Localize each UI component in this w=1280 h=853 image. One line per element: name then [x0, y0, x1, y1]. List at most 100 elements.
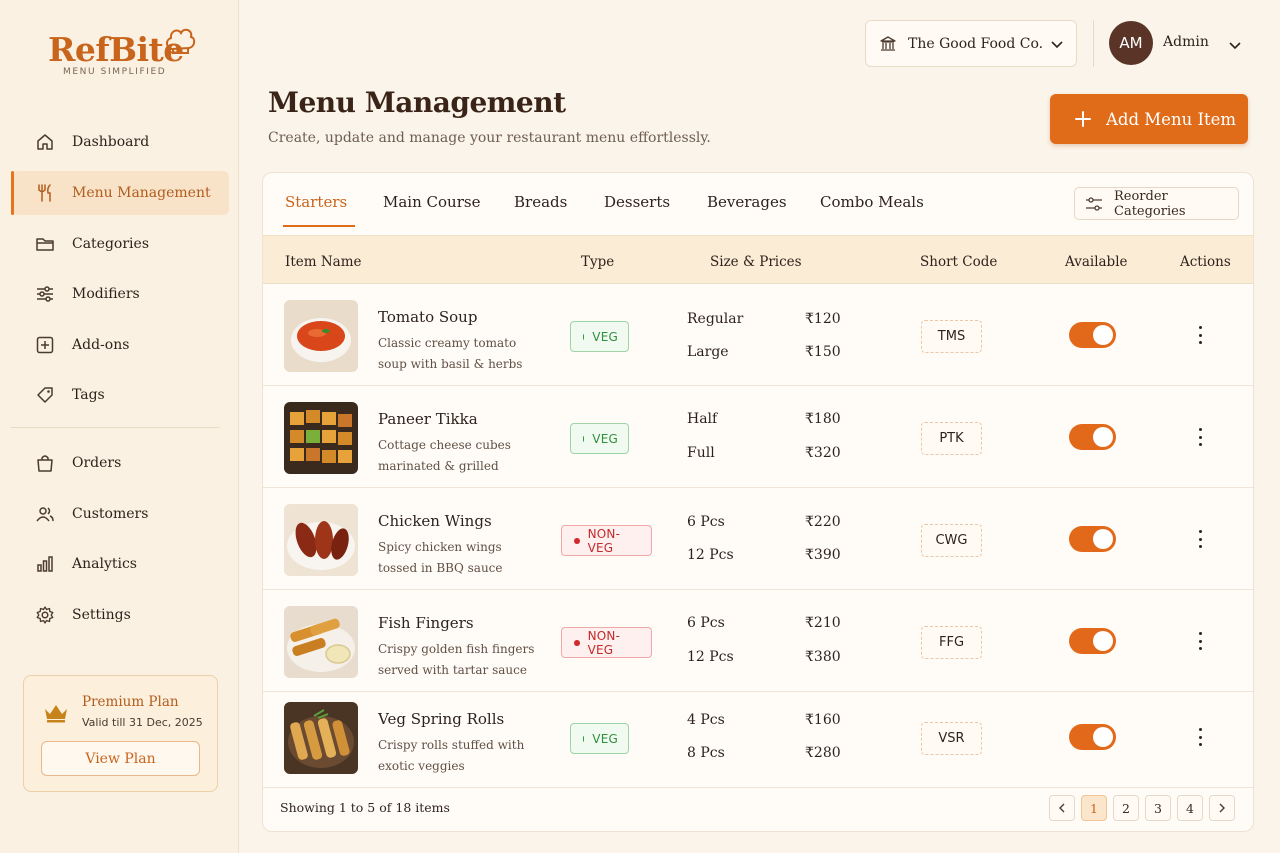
price-value: ₹210: [805, 615, 841, 631]
table-row[interactable]: Chicken Wings Spicy chicken wings tossed…: [263, 489, 1253, 590]
topbar-divider: [1093, 20, 1094, 67]
short-code: CWG: [921, 524, 982, 557]
availability-toggle[interactable]: [1069, 424, 1116, 450]
item-name: Tomato Soup: [378, 308, 478, 326]
item-image-veg-spring-rolls: [284, 702, 358, 774]
price-value: ₹150: [805, 344, 841, 360]
chef-hat-icon: [166, 28, 196, 54]
sidebar-item-settings[interactable]: Settings: [11, 593, 229, 637]
size-label: 8 Pcs: [687, 745, 725, 761]
item-description: Crispy golden fish fingers served with t…: [378, 642, 535, 677]
page-subtitle: Create, update and manage your restauran…: [268, 130, 711, 146]
tab-starters[interactable]: Starters: [282, 193, 356, 227]
type-label: NON-VEG: [587, 628, 621, 657]
chevron-down-icon: [1050, 37, 1064, 55]
reorder-categories-button[interactable]: Reorder Categories: [1074, 187, 1239, 220]
type-label: VEG: [592, 731, 618, 746]
sidebar-item-orders[interactable]: Orders: [11, 441, 229, 485]
sidebar-divider: [11, 427, 220, 428]
sidebar-item-customers[interactable]: Customers: [11, 492, 229, 536]
add-menu-item-label: Add Menu Item: [1106, 109, 1237, 129]
size-label: 6 Pcs: [687, 615, 725, 631]
sidebar-item-tags[interactable]: Tags: [11, 373, 229, 417]
chevron-down-icon[interactable]: [1228, 37, 1242, 56]
sidebar-item-categories[interactable]: Categories: [11, 222, 229, 266]
availability-toggle[interactable]: [1069, 628, 1116, 654]
sidebar-item-label: Menu Management: [72, 185, 211, 201]
fork-knife-icon: [35, 183, 55, 203]
avatar[interactable]: AM: [1109, 21, 1153, 65]
table-row[interactable]: Paneer Tikka Cottage cheese cubes marina…: [263, 387, 1253, 488]
item-description: Spicy chicken wings tossed in BBQ sauce: [378, 540, 503, 575]
tab-beverages[interactable]: Beverages: [707, 193, 787, 227]
sidebar: RefBite MENU SIMPLIFIED Dashboard Menu M…: [0, 0, 239, 853]
sidebar-item-menu-management[interactable]: Menu Management: [11, 171, 229, 215]
tab-breads[interactable]: Breads: [514, 193, 567, 227]
table-row[interactable]: Tomato Soup Classic creamy tomato soup w…: [263, 285, 1253, 386]
plus-square-icon: [35, 335, 55, 355]
table-row[interactable]: Fish Fingers Crispy golden fish fingers …: [263, 591, 1253, 692]
view-plan-button[interactable]: View Plan: [41, 741, 200, 776]
more-actions-icon[interactable]: [1193, 527, 1207, 551]
tab-desserts[interactable]: Desserts: [604, 193, 670, 227]
prev-page-button[interactable]: [1049, 795, 1075, 821]
more-actions-icon[interactable]: [1193, 629, 1207, 653]
organization-name: The Good Food Co.: [908, 35, 1044, 52]
tab-combo-meals[interactable]: Combo Meals: [820, 193, 924, 227]
toggle-knob: [1093, 325, 1113, 345]
organization-select[interactable]: The Good Food Co.: [865, 20, 1077, 67]
item-image-chicken-wings: [284, 504, 358, 576]
column-type[interactable]: Type: [581, 254, 614, 270]
add-menu-item-button[interactable]: Add Menu Item: [1050, 94, 1248, 144]
tab-main-course[interactable]: Main Course: [383, 193, 480, 227]
column-available[interactable]: Available: [1065, 254, 1128, 270]
chevron-right-icon: [1219, 803, 1225, 813]
plus-icon: [1074, 110, 1092, 128]
page-button-1[interactable]: 1: [1081, 795, 1107, 821]
size-label: Half: [687, 411, 718, 427]
item-name: Veg Spring Rolls: [378, 710, 505, 728]
column-size-prices[interactable]: Size & Prices: [710, 254, 802, 270]
page-title: Menu Management: [268, 86, 566, 119]
column-item-name[interactable]: Item Name: [285, 254, 362, 270]
availability-toggle[interactable]: [1069, 724, 1116, 750]
veg-dot-icon: [583, 333, 585, 340]
size-label: Large: [687, 344, 729, 360]
size-label: 6 Pcs: [687, 514, 725, 530]
sidebar-item-label: Categories: [72, 236, 149, 252]
table-header: Item Name Type Size & Prices Short Code …: [263, 235, 1253, 284]
sidebar-item-add-ons[interactable]: Add-ons: [11, 323, 229, 367]
table-row[interactable]: Veg Spring Rolls Crispy rolls stuffed wi…: [263, 687, 1253, 788]
sidebar-item-analytics[interactable]: Analytics: [11, 542, 229, 586]
availability-toggle[interactable]: [1069, 322, 1116, 348]
sidebar-item-dashboard[interactable]: Dashboard: [11, 120, 229, 164]
next-page-button[interactable]: [1209, 795, 1235, 821]
sidebar-item-label: Customers: [72, 506, 149, 522]
availability-toggle[interactable]: [1069, 526, 1116, 552]
sidebar-item-label: Dashboard: [72, 134, 150, 150]
toggle-knob: [1093, 631, 1113, 651]
price-value: ₹280: [805, 745, 841, 761]
size-label: 12 Pcs: [687, 547, 734, 563]
more-actions-icon[interactable]: [1193, 425, 1207, 449]
page-button-3[interactable]: 3: [1145, 795, 1171, 821]
user-name[interactable]: Admin: [1163, 34, 1209, 50]
page-button-2[interactable]: 2: [1113, 795, 1139, 821]
more-actions-icon[interactable]: [1193, 725, 1207, 749]
sidebar-item-modifiers[interactable]: Modifiers: [11, 272, 229, 316]
pagination-summary: Showing 1 to 5 of 18 items: [280, 800, 450, 815]
item-name: Chicken Wings: [378, 512, 492, 530]
page-button-4[interactable]: 4: [1177, 795, 1203, 821]
item-image-fish-fingers: [284, 606, 358, 678]
column-short-code[interactable]: Short Code: [920, 254, 997, 270]
plan-title: Premium Plan: [82, 694, 179, 710]
bank-icon: [879, 35, 897, 53]
price-value: ₹160: [805, 712, 841, 728]
more-actions-icon[interactable]: [1193, 323, 1207, 347]
type-label: NON-VEG: [587, 526, 621, 555]
sliders-icon: [35, 284, 55, 304]
non-veg-dot-icon: [574, 537, 580, 544]
toggle-knob: [1093, 529, 1113, 549]
veg-dot-icon: [583, 735, 585, 742]
price-value: ₹180: [805, 411, 841, 427]
